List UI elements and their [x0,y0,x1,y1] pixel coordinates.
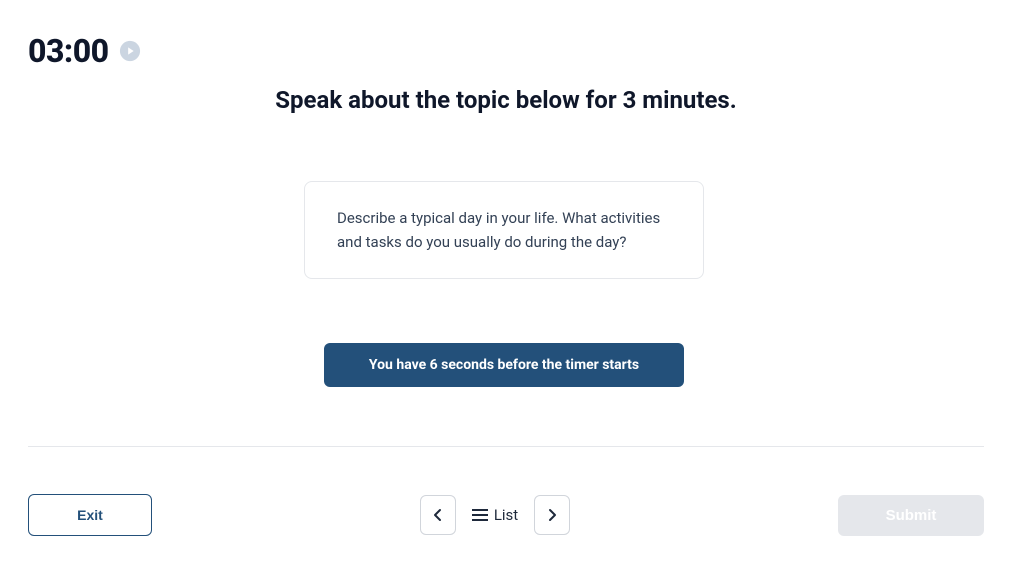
prev-button[interactable] [420,495,456,535]
list-button[interactable]: List [466,506,524,524]
exit-button[interactable]: Exit [28,494,152,536]
list-icon [472,509,488,521]
timer-row: 03:00 [28,32,141,70]
submit-button[interactable]: Submit [838,495,984,536]
chevron-right-icon [547,508,557,522]
timer-display: 03:00 [28,32,109,70]
nav-group: List [420,495,570,535]
list-label: List [494,506,518,524]
instruction-heading: Speak about the topic below for 3 minute… [0,86,1012,114]
chevron-left-icon [433,508,443,522]
play-icon[interactable] [119,40,141,62]
prompt-text: Describe a typical day in your life. Wha… [337,209,660,251]
countdown-banner: You have 6 seconds before the timer star… [324,343,684,387]
next-button[interactable] [534,495,570,535]
footer: Exit List Submit [28,494,984,536]
divider [28,446,984,447]
countdown-text: You have 6 seconds before the timer star… [369,357,639,373]
prompt-card: Describe a typical day in your life. Wha… [304,181,704,279]
